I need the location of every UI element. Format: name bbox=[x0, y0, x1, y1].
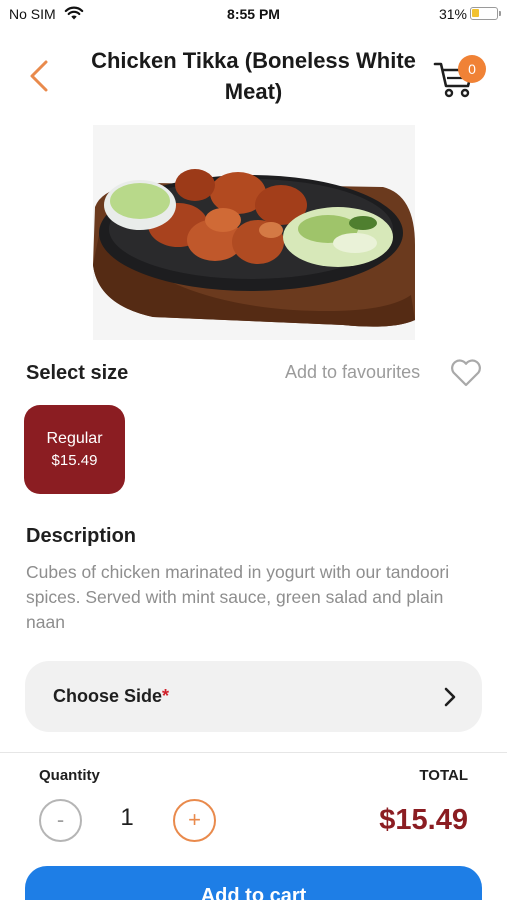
chicken-tikka-photo bbox=[93, 125, 415, 340]
battery-level bbox=[472, 9, 479, 17]
divider bbox=[0, 752, 507, 753]
battery-percent: 31% bbox=[438, 6, 467, 22]
battery-icon bbox=[470, 7, 501, 20]
choose-side-label: Choose Side* bbox=[53, 686, 170, 706]
dish-image bbox=[93, 125, 415, 340]
quantity-label: Quantity bbox=[39, 767, 100, 784]
quantity-value: 1 bbox=[120, 804, 134, 831]
chevron-right-icon bbox=[444, 687, 456, 707]
status-bar: No SIM 8:55 PM 31% bbox=[0, 0, 507, 28]
description-title: Description bbox=[26, 525, 137, 547]
total-price: $15.49 bbox=[379, 804, 468, 836]
total-label: TOTAL bbox=[419, 767, 468, 784]
cart-count-badge: 0 bbox=[458, 55, 486, 83]
increase-quantity-button[interactable]: + bbox=[173, 799, 216, 842]
page-title: Chicken Tikka (Boneless White Meat) bbox=[91, 48, 416, 104]
decrease-quantity-button[interactable]: - bbox=[39, 799, 82, 842]
size-option-regular[interactable]: Regular $15.49 bbox=[24, 405, 125, 494]
add-to-favourites-label[interactable]: Add to favourites bbox=[285, 362, 420, 383]
size-option-name: Regular bbox=[46, 430, 103, 447]
description-text: Cubes of chicken marinated in yogurt wit… bbox=[26, 562, 450, 632]
size-option-price: $15.49 bbox=[51, 452, 98, 469]
add-to-cart-button[interactable]: Add to cart bbox=[25, 866, 482, 900]
choose-side-button[interactable]: Choose Side* bbox=[25, 661, 482, 732]
select-size-label: Select size bbox=[26, 362, 129, 384]
clock: 8:55 PM bbox=[227, 6, 280, 22]
required-mark: * bbox=[162, 686, 170, 706]
back-chevron-icon[interactable] bbox=[22, 56, 58, 96]
heart-icon[interactable] bbox=[449, 358, 483, 388]
